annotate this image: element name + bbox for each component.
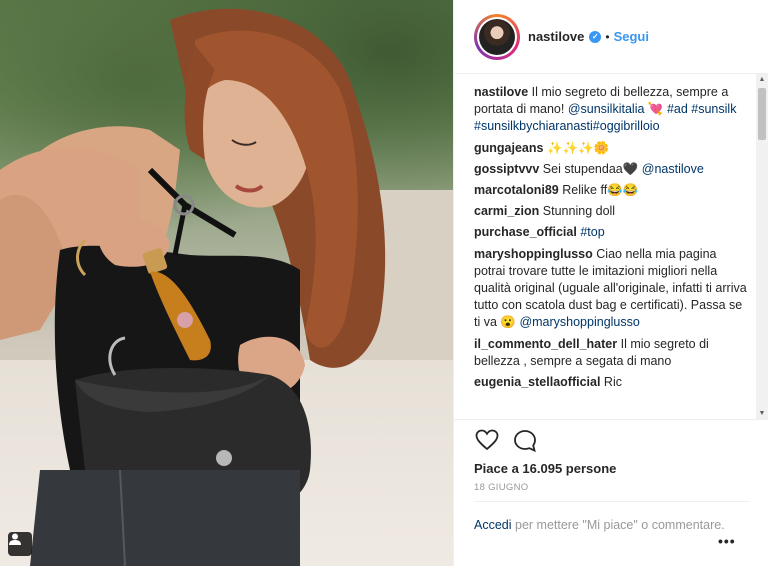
- scroll-up-arrow-icon[interactable]: ▲: [756, 74, 768, 86]
- avatar-image: [479, 18, 515, 55]
- comment-list: nastilove Il mio segreto di bellezza, se…: [474, 84, 750, 416]
- comment-text: Ric: [603, 375, 622, 390]
- comment-username[interactable]: eugenia_stellaofficial: [474, 375, 600, 389]
- comments-scrollbar[interactable]: ▲ ▼: [756, 74, 768, 420]
- header-separator: •: [605, 29, 610, 44]
- post-actions: Piace a 16.095 persone 18 GIUGNO: [454, 419, 768, 493]
- comment-text: Relike ff😂😂: [562, 183, 639, 198]
- comment-icon[interactable]: [513, 429, 537, 453]
- comment-username[interactable]: gossiptvvv: [474, 162, 539, 176]
- comment-username[interactable]: marcotaloni89: [474, 183, 559, 197]
- comment-item: il_commento_dell_hater Il mio segreto di…: [474, 336, 750, 370]
- comment-item: maryshoppinglusso Ciao nella mia pagina …: [474, 246, 750, 332]
- login-prompt-text: per mettere "Mi piace" o commentare.: [511, 518, 725, 532]
- comment-hashtag-link[interactable]: #sunsilk: [691, 102, 736, 116]
- comment-username[interactable]: gungajeans: [474, 141, 543, 155]
- comment-text: ✨✨✨🌼: [546, 140, 610, 155]
- instagram-post: nastilove ✓ • Segui nastilove Il mio seg…: [0, 0, 768, 566]
- comment-tag-link[interactable]: @maryshoppinglusso: [519, 315, 639, 329]
- comment-hashtag-link[interactable]: #sunsilkbychiaranasti#oggibrilloio: [474, 119, 660, 133]
- comment-item: gossiptvvv Sei stupendaa🖤 @nastilove: [474, 161, 750, 178]
- post-header: nastilove ✓ • Segui: [454, 0, 768, 74]
- login-link[interactable]: Accedi: [474, 518, 512, 532]
- comment-emoji: 💘: [644, 102, 667, 117]
- comment-item: purchase_official #top: [474, 224, 750, 241]
- comment-item: nastilove Il mio segreto di bellezza, se…: [474, 84, 750, 136]
- comment-hashtag-link[interactable]: #ad: [667, 102, 691, 116]
- comment-username[interactable]: maryshoppinglusso: [474, 247, 593, 261]
- avatar[interactable]: [474, 13, 520, 60]
- comment-text: Stunning doll: [542, 204, 616, 219]
- scrollbar-thumb[interactable]: [758, 88, 766, 140]
- comment-username[interactable]: nastilove: [474, 85, 528, 99]
- verified-icon: ✓: [589, 30, 602, 43]
- likes-count[interactable]: Piace a 16.095 persone: [474, 461, 768, 476]
- comment-item: eugenia_stellaofficial Ric: [474, 374, 750, 391]
- comment-tag-link[interactable]: @sunsilkitalia: [568, 102, 645, 116]
- model-illustration: [0, 8, 386, 566]
- post-sidebar: nastilove ✓ • Segui nastilove Il mio seg…: [453, 0, 768, 566]
- comment-username[interactable]: carmi_zion: [474, 204, 539, 218]
- comment-username[interactable]: il_commento_dell_hater: [474, 337, 617, 351]
- post-date[interactable]: 18 GIUGNO: [474, 482, 768, 493]
- comment-item: gungajeans ✨✨✨🌼: [474, 140, 750, 157]
- comment-item: carmi_zion Stunning doll: [474, 203, 750, 220]
- comment-item: marcotaloni89 Relike ff😂😂: [474, 182, 750, 199]
- post-photo[interactable]: [0, 0, 453, 566]
- comment-tag-link[interactable]: #top: [580, 225, 604, 239]
- heart-icon[interactable]: [475, 429, 499, 453]
- comment-text: Sei stupendaa🖤: [542, 161, 642, 176]
- more-options-icon[interactable]: •••: [718, 533, 736, 549]
- header-username[interactable]: nastilove: [528, 29, 584, 44]
- comment-username[interactable]: purchase_official: [474, 225, 577, 239]
- follow-button[interactable]: Segui: [614, 29, 649, 44]
- user-tag-icon[interactable]: [8, 532, 32, 556]
- comment-tag-link[interactable]: @nastilove: [642, 162, 704, 176]
- login-prompt: Accedi per mettere "Mi piace" o commenta…: [474, 501, 750, 534]
